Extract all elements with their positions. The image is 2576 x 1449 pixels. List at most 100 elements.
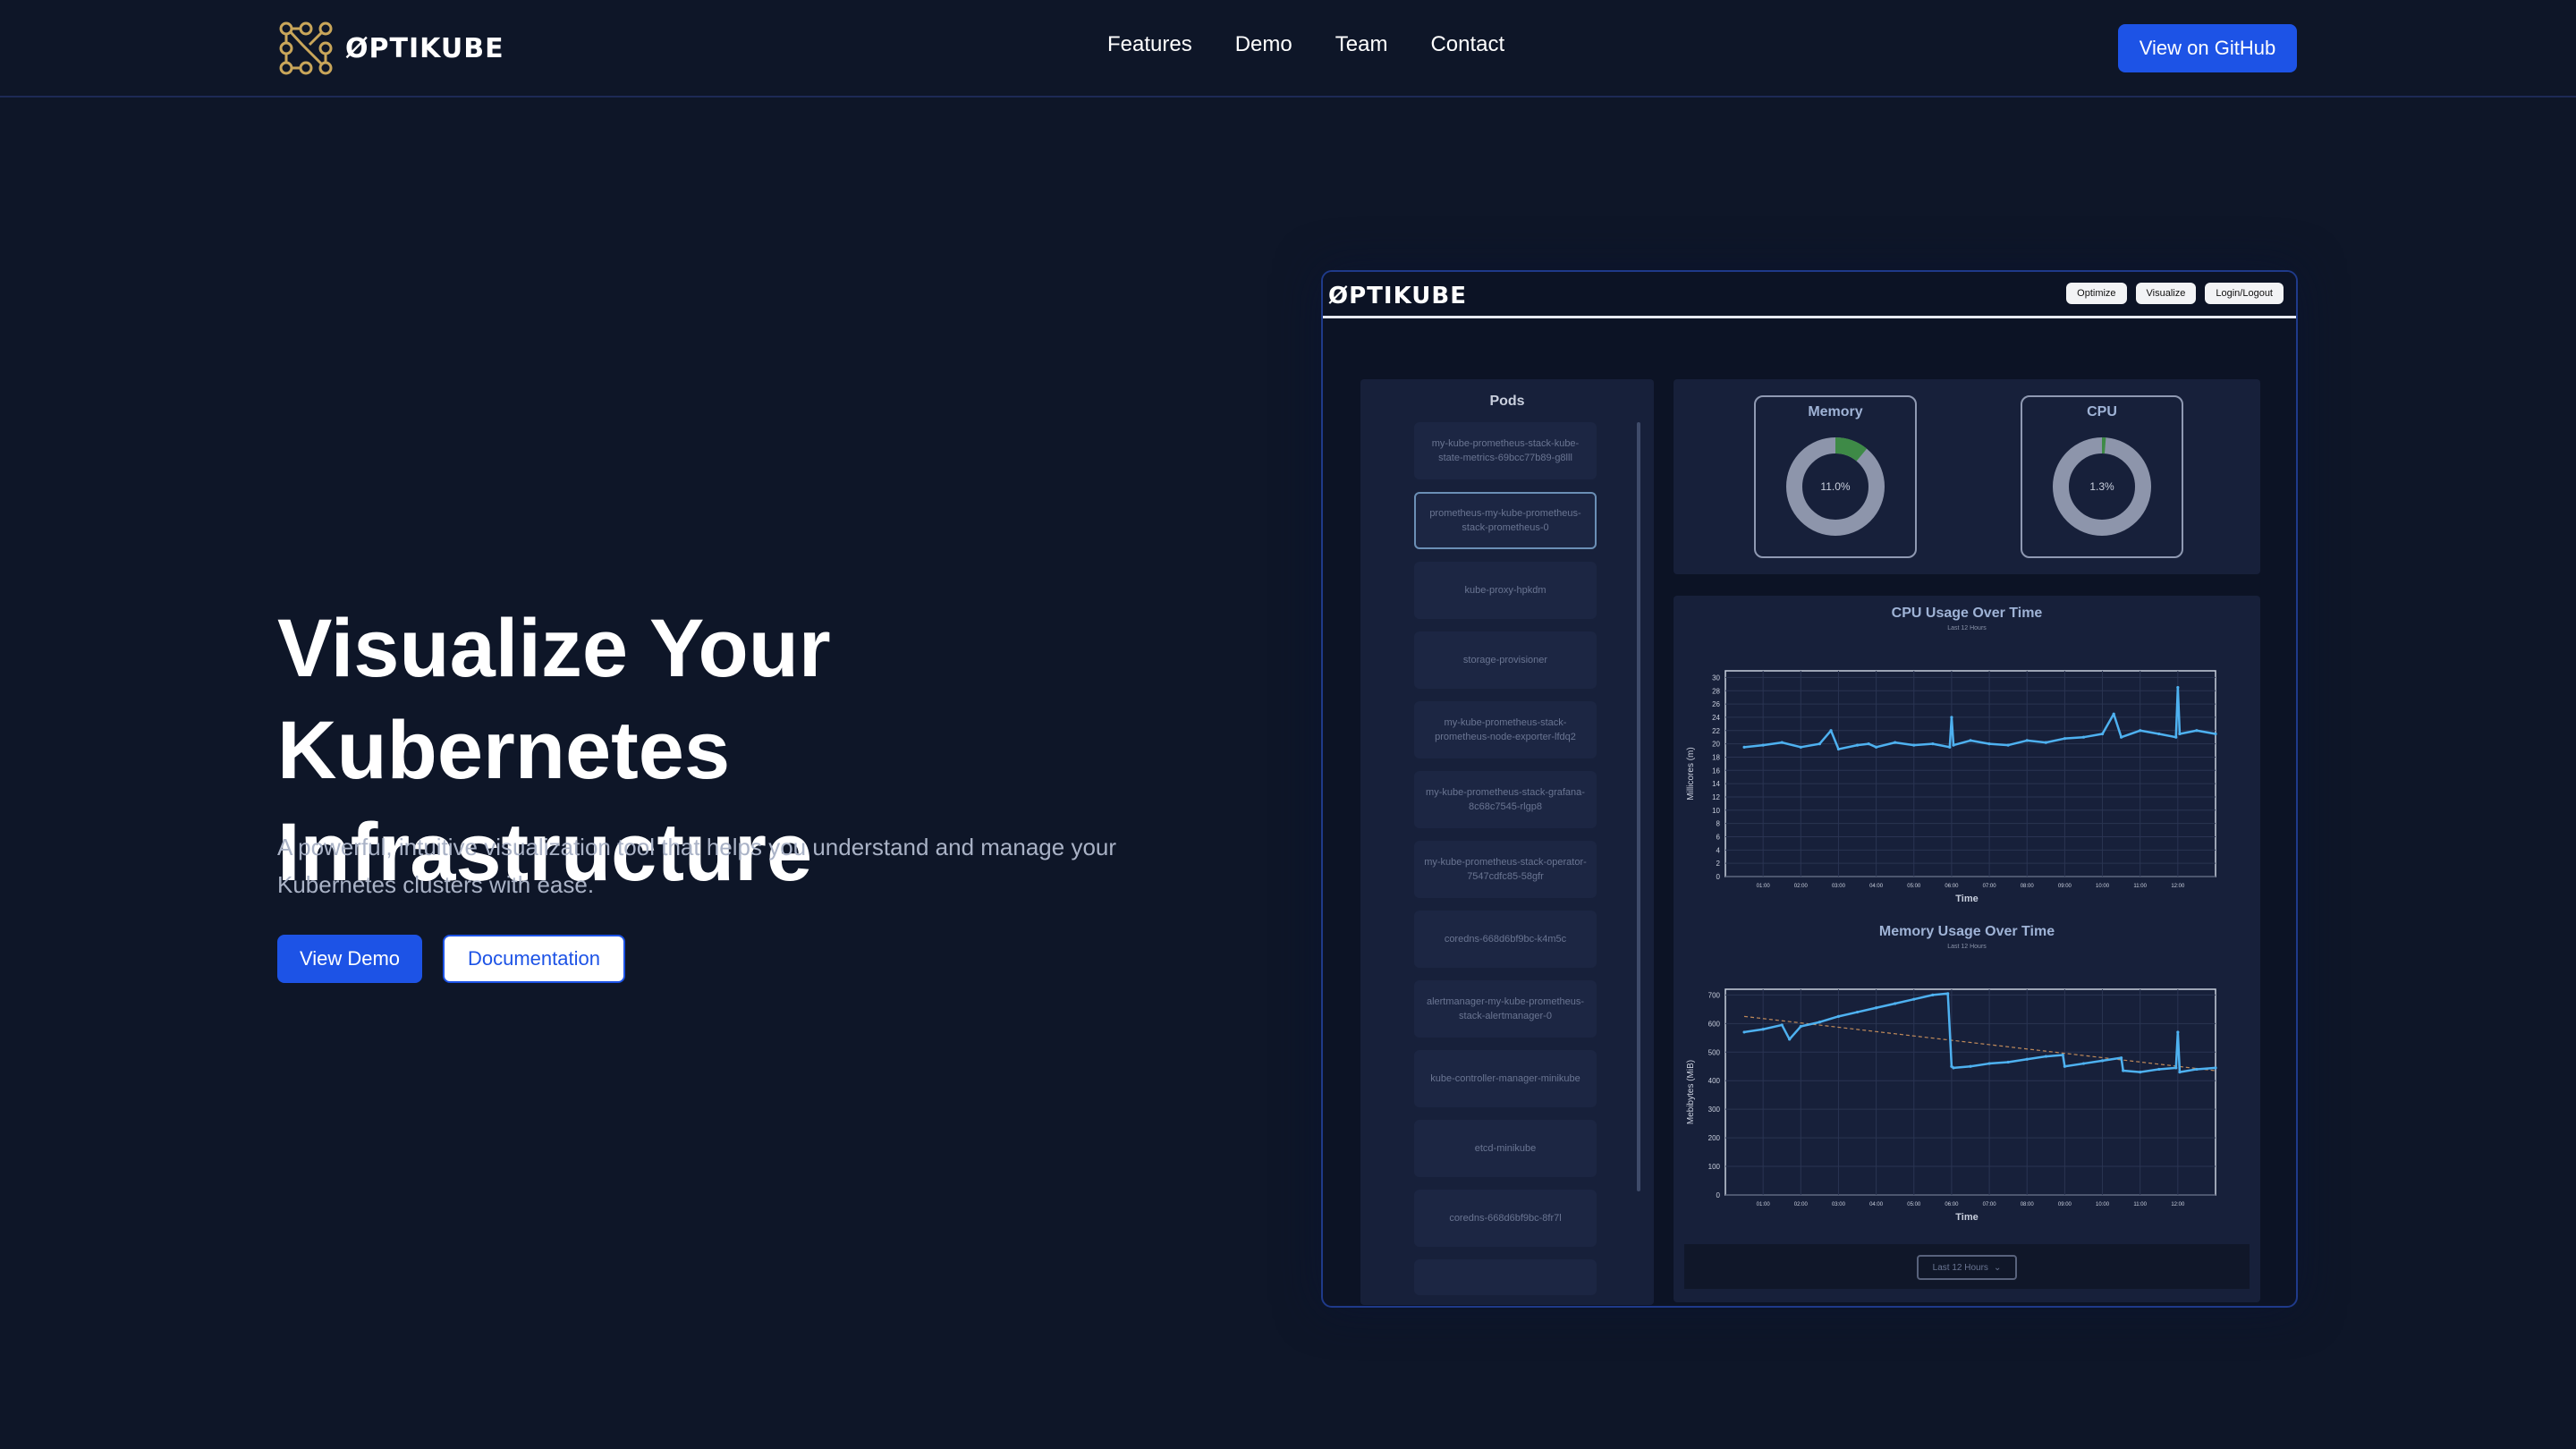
pod-item[interactable]: my-kube-prometheus-stack-prometheus-node… (1414, 701, 1597, 758)
chart-0-data-point (1950, 716, 1953, 719)
chart-1-y-tick: 700 (1708, 991, 1721, 999)
preview-header-buttons: Optimize Visualize Login/Logout (2066, 283, 2284, 304)
chart-0-data-point (2195, 729, 2199, 733)
pod-item[interactable]: my-kube-prometheus-stack-operator-7547cd… (1414, 841, 1597, 898)
pods-scrollbar[interactable] (1637, 422, 1640, 1191)
chart-0-y-tick: 8 (1716, 820, 1721, 828)
chart-0-y-tick: 14 (1712, 780, 1720, 788)
hero-title-line-1: Visualize Your Kubernetes (277, 603, 831, 796)
chart-0-plot-frame (1724, 670, 2216, 877)
pod-item[interactable]: my-kube-prometheus-stack-grafana-8c68c75… (1414, 771, 1597, 828)
chart-1-x-tick: 12:00 (2171, 1202, 2185, 1208)
chart-0-y-tick: 12 (1712, 793, 1720, 801)
chart-0-y-tick: 16 (1712, 767, 1720, 775)
chart-1-data-point (2081, 1062, 2086, 1065)
chart-0-subtitle: Last 12 Hours (1947, 625, 1987, 631)
brand-name: ØPTIKUBE (345, 32, 504, 64)
cpu-gauge-value: 1.3% (2089, 480, 2114, 493)
chart-0-data-point (2139, 729, 2142, 733)
pod-item[interactable]: kube-proxy-hpkdm (1414, 562, 1597, 619)
optimize-button[interactable]: Optimize (2066, 283, 2127, 304)
nav-link-team[interactable]: Team (1335, 32, 1388, 57)
pod-item[interactable]: coredns-668d6bf9bc-k4m5c (1414, 911, 1597, 968)
chart-0-data-point (2044, 741, 2047, 744)
time-range-select[interactable]: Last 12 Hours ⌄ (1917, 1255, 2017, 1280)
chart-0-data-point (2214, 732, 2217, 736)
pod-item[interactable]: my-kube-prometheus-stack-kube-state-metr… (1414, 422, 1597, 479)
chart-1-data-point (2122, 1069, 2125, 1072)
chart-1-data-point (2178, 1071, 2182, 1074)
chart-1-data-point (2100, 1059, 2105, 1063)
chart-1-x-tick: 11:00 (2133, 1202, 2147, 1208)
chart-0-y-tick: 22 (1712, 727, 1720, 735)
nav-link-demo[interactable]: Demo (1235, 32, 1292, 57)
chart-0-data-point (2120, 735, 2123, 739)
chart-0-x-tick: 11:00 (2133, 884, 2147, 889)
time-range-bar: Last 12 Hours ⌄ (1684, 1244, 2250, 1289)
chart-0-y-tick: 2 (1716, 860, 1721, 868)
pod-item[interactable]: prometheus-my-kube-prometheus-stack-prom… (1414, 492, 1597, 549)
brand-logo[interactable]: ØPTIKUBE (277, 20, 504, 77)
chart-0-data-point (2112, 712, 2115, 716)
chart-0-data-point (1894, 741, 1897, 744)
chart-0-data-point (1836, 747, 1841, 751)
pod-item[interactable]: kube-controller-manager-minikube (1414, 1050, 1597, 1107)
chart-0-data-point (2006, 743, 2010, 747)
chart-0-y-tick: 28 (1712, 687, 1720, 695)
pod-item[interactable]: etcd-minikube (1414, 1120, 1597, 1177)
chart-1-data-point (1788, 1038, 1792, 1041)
visualize-button[interactable]: Visualize (2135, 283, 2197, 304)
pod-item[interactable]: coredns-668d6bf9bc-8fr7l (1414, 1190, 1597, 1247)
pods-panel: Pods my-kube-prometheus-stack-kube-state… (1360, 379, 1654, 1305)
cpu-donut: 1.3% (2053, 437, 2151, 536)
chart-0-data-point (2157, 732, 2161, 736)
chart-0-x-tick: 12:00 (2171, 884, 2185, 889)
chart-1-data-point (2025, 1057, 2029, 1061)
chart-1-y-axis-label: Mebibytes (MiB) (1686, 1060, 1696, 1124)
chart-0-x-tick: 07:00 (1983, 884, 1997, 889)
chart-0-y-tick: 30 (1712, 674, 1720, 682)
chart-0-y-axis-label: Millicores (m) (1686, 747, 1696, 800)
chart-0-data-point (1799, 745, 1802, 749)
chart-0-data-point (1742, 745, 1746, 749)
view-on-github-button[interactable]: View on GitHub (2118, 24, 2297, 72)
pod-item[interactable]: alertmanager-my-kube-prometheus-stack-al… (1414, 980, 1597, 1038)
chart-1-data-point (1780, 1023, 1784, 1027)
view-demo-button[interactable]: View Demo (277, 935, 422, 983)
chart-1-x-tick: 09:00 (2058, 1202, 2072, 1208)
chevron-down-icon: ⌄ (1993, 1262, 2002, 1273)
app-preview: ØPTIKUBE Optimize Visualize Login/Logout… (1321, 270, 2298, 1308)
chart-0-data-point (1855, 743, 1860, 747)
chart-0-x-tick: 06:00 (1945, 884, 1959, 889)
chart-0-data-point (1780, 741, 1784, 744)
login-logout-button[interactable]: Login/Logout (2205, 283, 2284, 304)
pod-item-partial[interactable] (1414, 1259, 1597, 1295)
chart-1-title: Memory Usage Over Time (1879, 924, 2055, 939)
pod-item[interactable]: storage-provisioner (1414, 631, 1597, 689)
chart-1-subtitle: Last 12 Hours (1947, 944, 1987, 950)
preview-header: ØPTIKUBE Optimize Visualize Login/Logout (1323, 272, 2296, 318)
chart-1-y-tick: 600 (1708, 1020, 1721, 1028)
chart-0-y-tick: 6 (1716, 833, 1721, 841)
chart-1-x-tick: 04:00 (1869, 1202, 1884, 1208)
hero-subtitle-line-1: A powerful, intuitive visualization tool… (277, 834, 1117, 860)
chart-1-data-point (1799, 1024, 1802, 1029)
documentation-button[interactable]: Documentation (443, 935, 625, 983)
chart-0-data-point (1952, 743, 1955, 747)
chart-1-data-point (1818, 1021, 1821, 1024)
hero-subtitle-line-2: Kubernetes clusters with ease. (277, 871, 595, 898)
chart-1-data-point (2157, 1067, 2161, 1072)
time-range-value: Last 12 Hours (1932, 1262, 1988, 1273)
pods-title: Pods (1489, 394, 1525, 409)
chart-1-data-point (1742, 1030, 1746, 1034)
chart-1-data-point (1969, 1064, 1972, 1068)
hero-subtitle: A powerful, intuitive visualization tool… (277, 828, 1199, 903)
nav-link-features[interactable]: Features (1107, 32, 1192, 57)
nav-links: Features Demo Team Contact (1107, 32, 1504, 57)
nav-link-contact[interactable]: Contact (1430, 32, 1504, 57)
memory-usage-chart: Memory Usage Over Time Last 12 Hours 0 100 2… (1686, 924, 2217, 1223)
chart-1-data-point (1836, 1014, 1841, 1018)
chart-0-y-tick: 26 (1712, 700, 1720, 708)
chart-0-data-point (1829, 729, 1833, 733)
chart-1-data-point (1912, 997, 1916, 1001)
